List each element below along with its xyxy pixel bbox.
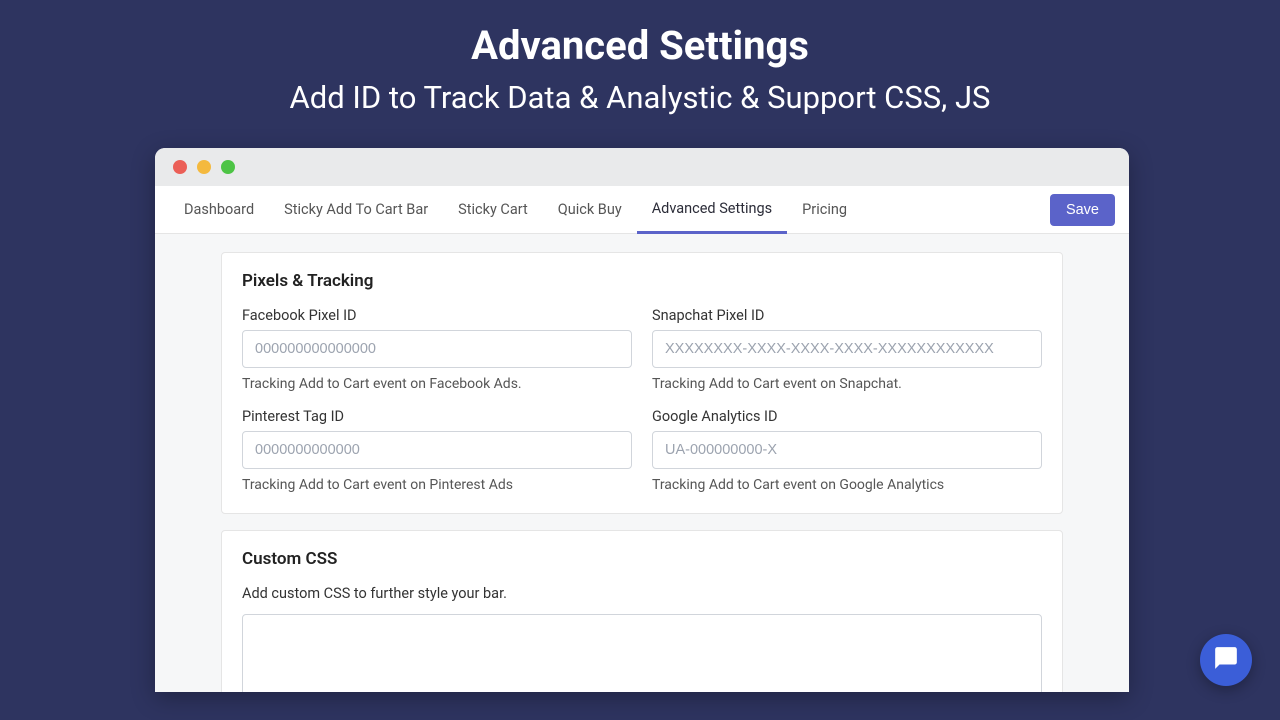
save-button[interactable]: Save: [1050, 194, 1115, 226]
content-area: Pixels & Tracking Facebook Pixel ID Trac…: [155, 234, 1129, 692]
close-icon[interactable]: [173, 160, 187, 174]
snapchat-field-group: Snapchat Pixel ID Tracking Add to Cart e…: [652, 307, 1042, 392]
pinterest-tag-help: Tracking Add to Cart event on Pinterest …: [242, 477, 632, 493]
custom-css-description: Add custom CSS to further style your bar…: [242, 585, 1042, 602]
snapchat-pixel-label: Snapchat Pixel ID: [652, 307, 1042, 324]
pinterest-tag-label: Pinterest Tag ID: [242, 408, 632, 425]
facebook-field-group: Facebook Pixel ID Tracking Add to Cart e…: [242, 307, 632, 392]
google-field-group: Google Analytics ID Tracking Add to Cart…: [652, 408, 1042, 493]
chat-icon: [1213, 645, 1239, 675]
window-titlebar: [155, 148, 1129, 186]
google-analytics-input[interactable]: [652, 431, 1042, 469]
pixels-panel-title: Pixels & Tracking: [242, 271, 1042, 291]
tab-bar: Dashboard Sticky Add To Cart Bar Sticky …: [155, 186, 1129, 234]
google-analytics-help: Tracking Add to Cart event on Google Ana…: [652, 477, 1042, 493]
tab-advanced-settings[interactable]: Advanced Settings: [637, 186, 787, 234]
minimize-icon[interactable]: [197, 160, 211, 174]
pixels-panel: Pixels & Tracking Facebook Pixel ID Trac…: [221, 252, 1063, 514]
chat-button[interactable]: [1200, 634, 1252, 686]
tab-sticky-cart[interactable]: Sticky Cart: [443, 186, 543, 234]
custom-css-panel-title: Custom CSS: [242, 549, 1042, 569]
snapchat-pixel-help: Tracking Add to Cart event on Snapchat.: [652, 376, 1042, 392]
app-window: Dashboard Sticky Add To Cart Bar Sticky …: [155, 148, 1129, 692]
tab-quick-buy[interactable]: Quick Buy: [543, 186, 637, 234]
google-analytics-label: Google Analytics ID: [652, 408, 1042, 425]
tab-sticky-add-to-cart-bar[interactable]: Sticky Add To Cart Bar: [269, 186, 443, 234]
tab-pricing[interactable]: Pricing: [787, 186, 862, 234]
facebook-pixel-label: Facebook Pixel ID: [242, 307, 632, 324]
custom-css-panel: Custom CSS Add custom CSS to further sty…: [221, 530, 1063, 692]
snapchat-pixel-input[interactable]: [652, 330, 1042, 368]
hero-title: Advanced Settings: [0, 0, 1280, 69]
hero-subtitle: Add ID to Track Data & Analystic & Suppo…: [0, 79, 1280, 116]
custom-css-textarea[interactable]: [242, 614, 1042, 692]
tab-dashboard[interactable]: Dashboard: [169, 186, 269, 234]
pinterest-field-group: Pinterest Tag ID Tracking Add to Cart ev…: [242, 408, 632, 493]
facebook-pixel-help: Tracking Add to Cart event on Facebook A…: [242, 376, 632, 392]
maximize-icon[interactable]: [221, 160, 235, 174]
facebook-pixel-input[interactable]: [242, 330, 632, 368]
pinterest-tag-input[interactable]: [242, 431, 632, 469]
